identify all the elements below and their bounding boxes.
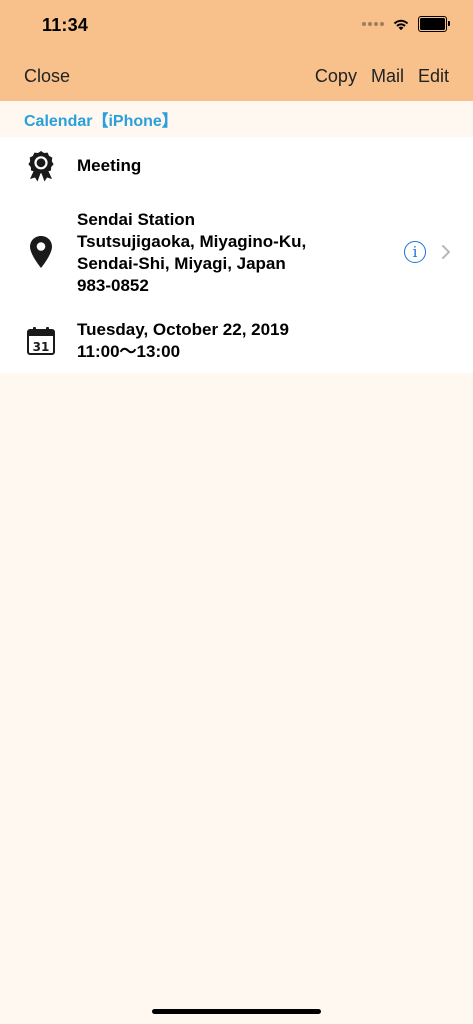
navigation-bar: Close Copy Mail Edit [0, 66, 473, 88]
mail-button[interactable]: Mail [371, 66, 404, 87]
event-title: Meeting [77, 156, 142, 175]
wifi-icon [393, 19, 409, 31]
location-row[interactable]: Sendai Station Tsutsujigaoka, Miyagino-K… [0, 207, 473, 299]
event-time-range: 11:00～13:00 [77, 342, 181, 361]
date-row: 31 Tuesday, October 22, 2019 11:00～13:00 [0, 317, 473, 363]
location-text: Sendai Station Tsutsujigaoka, Miyagino-K… [77, 209, 306, 297]
edit-button[interactable]: Edit [418, 66, 449, 87]
location-postal-code: 983-0852 [77, 276, 149, 295]
calendar-icon-day: 31 [33, 340, 50, 354]
calendar-source-label: Calendar【iPhone】 [24, 113, 178, 130]
nav-actions: Copy Mail Edit [315, 66, 449, 87]
info-icon[interactable]: i [404, 241, 426, 263]
close-button[interactable]: Close [24, 66, 70, 87]
event-date: Tuesday, October 22, 2019 [77, 320, 289, 339]
chevron-right-icon [442, 245, 450, 259]
map-pin-icon [24, 235, 58, 269]
award-ribbon-icon [24, 149, 58, 183]
cellular-signal-icon [362, 22, 384, 26]
battery-icon [418, 16, 450, 32]
location-address-line1: Tsutsujigaoka, Miyagino-Ku, [77, 232, 307, 251]
copy-button[interactable]: Copy [315, 66, 357, 87]
location-address-line2: Sendai-Shi, Miyagi, Japan [77, 254, 286, 273]
title-row: Meeting [0, 149, 473, 183]
home-indicator[interactable] [152, 1009, 321, 1014]
date-time-text: Tuesday, October 22, 2019 11:00～13:00 [77, 319, 289, 363]
event-detail-card: Meeting Sendai Station Tsutsujigaoka, Mi… [0, 137, 473, 373]
status-indicators [362, 16, 450, 32]
event-detail-screen: 11:34 Close Copy Mail Edit Calendar【iPho… [0, 0, 473, 1024]
header: 11:34 Close Copy Mail Edit [0, 0, 473, 101]
status-time: 11:34 [42, 15, 89, 35]
location-name: Sendai Station [77, 210, 196, 229]
calendar-icon: 31 [24, 324, 58, 358]
